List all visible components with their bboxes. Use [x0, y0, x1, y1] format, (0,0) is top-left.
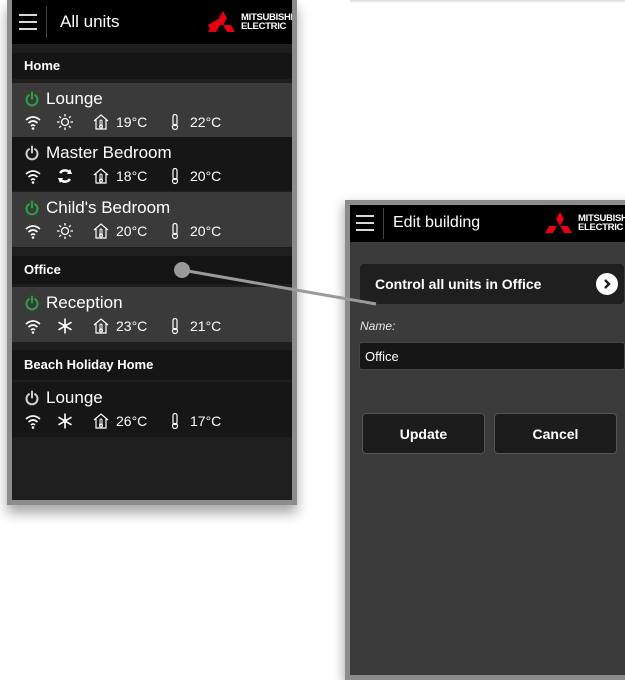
divider	[46, 6, 47, 38]
set-temperature: 20°C	[190, 223, 222, 239]
thermometer-icon	[171, 113, 179, 131]
house-thermometer-icon	[93, 168, 109, 184]
mitsubishi-logo: MITSUBISHI ELECTRIC	[545, 212, 625, 234]
room-temperature: 18°C	[116, 168, 148, 184]
thermometer-icon	[171, 167, 179, 185]
right-device-frame: Edit building MITSUBISHI ELECTRIC Control…	[345, 200, 625, 680]
unit-row[interactable]: Lounge 26°C 17°C	[12, 382, 292, 437]
building-header-beach-holiday-home[interactable]: Beach Holiday Home	[12, 350, 292, 380]
chevron-right-icon	[596, 273, 618, 295]
snowflake-icon	[58, 413, 72, 429]
set-temperature: 17°C	[190, 413, 222, 429]
page-title: Edit building	[393, 214, 481, 231]
menu-icon[interactable]	[356, 215, 374, 231]
update-button[interactable]: Update	[362, 413, 485, 454]
unit-name: Reception	[46, 293, 123, 312]
unit-name: Child's Bedroom	[46, 198, 171, 217]
power-on-icon[interactable]	[24, 200, 40, 216]
wifi-icon	[25, 415, 41, 429]
unit-row[interactable]: Master Bedroom 18°C 20°C	[12, 137, 292, 191]
unit-row[interactable]: Lounge 19°C 22°C	[12, 83, 292, 137]
cancel-button[interactable]: Cancel	[494, 413, 617, 454]
logo-text-line2: ELECTRIC	[578, 222, 624, 233]
mitsubishi-logo: MITSUBISHI ELECTRIC	[208, 11, 292, 33]
all-units-screen: All units MITSUBISHI ELECTRIC Home Lounge	[12, 0, 292, 500]
unit-name: Lounge	[46, 89, 103, 108]
room-temperature: 26°C	[116, 413, 148, 429]
sun-icon	[57, 114, 73, 130]
house-thermometer-icon	[93, 318, 109, 334]
room-temperature: 20°C	[116, 223, 148, 239]
power-off-icon[interactable]	[24, 390, 40, 406]
auto-cycle-icon	[58, 169, 72, 183]
background-shadow	[350, 0, 625, 3]
mitsubishi-diamonds-icon	[208, 11, 235, 32]
power-off-icon[interactable]	[24, 145, 40, 161]
power-on-icon[interactable]	[24, 91, 40, 107]
room-temperature: 23°C	[116, 318, 148, 334]
edit-building-screen: Edit building MITSUBISHI ELECTRIC Control…	[350, 205, 625, 675]
set-temperature: 20°C	[190, 168, 222, 184]
house-thermometer-icon	[93, 223, 109, 239]
sun-icon	[57, 223, 73, 239]
wifi-icon	[25, 320, 41, 334]
unit-row[interactable]: Child's Bedroom 20°C 20°C	[12, 192, 292, 247]
control-all-units-label: Control all units in Office	[375, 276, 542, 292]
left-device-frame: All units MITSUBISHI ELECTRIC Home Lounge	[7, 0, 297, 505]
wifi-icon	[25, 170, 41, 184]
menu-icon[interactable]	[19, 14, 37, 30]
callout-connector	[181, 268, 377, 306]
logo-text-line2: ELECTRIC	[241, 21, 287, 32]
callout-dot	[174, 262, 190, 278]
house-thermometer-icon	[93, 413, 109, 429]
divider	[383, 208, 384, 239]
control-all-units-button[interactable]: Control all units in Office	[360, 264, 624, 304]
top-bar: All units MITSUBISHI ELECTRIC	[12, 0, 292, 44]
thermometer-icon	[171, 412, 179, 430]
wifi-icon	[25, 116, 41, 130]
mitsubishi-diamonds-icon	[545, 212, 572, 233]
page-title: All units	[60, 12, 120, 31]
unit-name: Master Bedroom	[46, 143, 172, 162]
thermometer-icon	[171, 222, 179, 240]
set-temperature: 22°C	[190, 114, 222, 130]
unit-name: Lounge	[46, 388, 103, 407]
top-bar: Edit building MITSUBISHI ELECTRIC	[350, 205, 625, 242]
wifi-icon	[25, 225, 41, 239]
building-name-input[interactable]	[359, 342, 625, 370]
house-thermometer-icon	[93, 114, 109, 130]
snowflake-icon	[58, 318, 72, 334]
power-on-icon[interactable]	[24, 295, 40, 311]
room-temperature: 19°C	[116, 114, 148, 130]
building-header-home[interactable]: Home	[12, 53, 292, 79]
